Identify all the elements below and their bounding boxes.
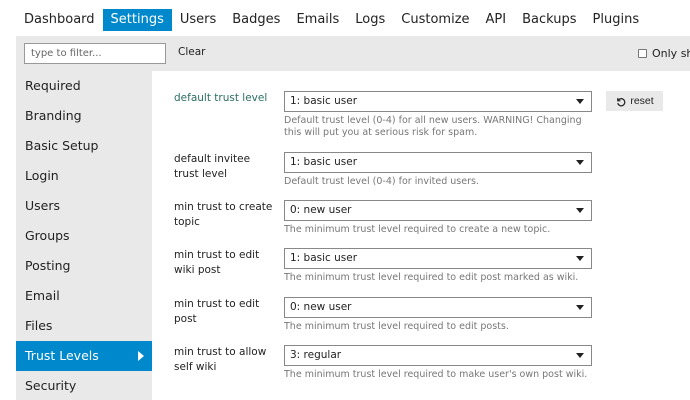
- sidebar-item-label: Login: [25, 168, 59, 183]
- sidebar-item-required[interactable]: Required: [16, 71, 152, 101]
- sidebar-item-trust-levels[interactable]: Trust Levels: [16, 341, 152, 371]
- setting-select-value: 3: regular: [290, 349, 342, 361]
- only-overridden-label: Only sh: [652, 47, 690, 60]
- setting-label: min trust to create topic: [174, 201, 273, 228]
- filter-input[interactable]: [24, 43, 166, 64]
- setting-select[interactable]: 1: basic user: [284, 152, 592, 173]
- tab-users[interactable]: Users: [172, 9, 224, 31]
- clear-button[interactable]: Clear: [178, 46, 205, 58]
- tab-api[interactable]: API: [478, 9, 515, 31]
- sidebar-item-posting[interactable]: Posting: [16, 251, 152, 281]
- sidebar-item-branding[interactable]: Branding: [16, 101, 152, 131]
- tab-logs[interactable]: Logs: [347, 9, 393, 31]
- setting-description: Default trust level (0-4) for invited us…: [284, 176, 479, 187]
- reset-button-label: reset: [630, 95, 654, 107]
- setting-description: Default trust level (0-4) for all new us…: [284, 115, 582, 138]
- setting-description: The minimum trust level required to make…: [284, 369, 588, 380]
- setting-select[interactable]: 3: regular: [284, 345, 592, 366]
- tab-settings[interactable]: Settings: [102, 9, 172, 31]
- undo-icon: [617, 97, 626, 106]
- only-overridden-checkbox[interactable]: [638, 49, 647, 58]
- setting-label: min trust to allow self wiki: [174, 346, 267, 373]
- setting-label: min trust to edit wiki post: [174, 249, 260, 276]
- setting-select-value: 1: basic user: [290, 95, 358, 107]
- caret-down-icon: [576, 256, 584, 261]
- reset-button[interactable]: reset: [606, 91, 663, 111]
- setting-select-value: 0: new user: [290, 204, 352, 216]
- sidebar-item-groups[interactable]: Groups: [16, 221, 152, 251]
- setting-label: default trust level: [174, 92, 268, 104]
- setting-label: default invitee trust level: [174, 153, 251, 180]
- setting-description: The minimum trust level required to edit…: [284, 321, 509, 332]
- sidebar-item-label: Users: [25, 198, 61, 213]
- settings-sidebar: Required Branding Basic Setup Login User…: [16, 71, 152, 400]
- tab-dashboard[interactable]: Dashboard: [16, 9, 103, 31]
- filter-bar: Clear Only sh: [16, 36, 690, 71]
- sidebar-item-label: Security: [25, 378, 77, 393]
- caret-down-icon: [576, 99, 584, 104]
- setting-select[interactable]: 1: basic user: [284, 248, 592, 269]
- sidebar-item-label: Files: [25, 318, 53, 333]
- caret-down-icon: [576, 305, 584, 310]
- caret-down-icon: [576, 353, 584, 358]
- sidebar-item-email[interactable]: Email: [16, 281, 152, 311]
- setting-select-value: 1: basic user: [290, 156, 358, 168]
- sidebar-item-security[interactable]: Security: [16, 371, 152, 400]
- sidebar-item-login[interactable]: Login: [16, 161, 152, 191]
- setting-select[interactable]: 0: new user: [284, 297, 592, 318]
- sidebar-item-users[interactable]: Users: [16, 191, 152, 221]
- setting-description: The minimum trust level required to edit…: [284, 272, 579, 283]
- tab-customize[interactable]: Customize: [393, 9, 477, 31]
- setting-description: The minimum trust level required to crea…: [284, 224, 551, 235]
- caret-down-icon: [576, 208, 584, 213]
- sidebar-item-label: Basic Setup: [25, 138, 99, 153]
- sidebar-item-label: Email: [25, 288, 60, 303]
- tab-emails[interactable]: Emails: [288, 9, 347, 31]
- setting-select[interactable]: 1: basic user: [284, 91, 592, 112]
- tab-badges[interactable]: Badges: [224, 9, 288, 31]
- sidebar-item-label: Branding: [25, 108, 82, 123]
- caret-right-icon: [138, 351, 144, 361]
- sidebar-item-files[interactable]: Files: [16, 311, 152, 341]
- setting-label: min trust to edit post: [174, 298, 260, 325]
- sidebar-item-basic-setup[interactable]: Basic Setup: [16, 131, 152, 161]
- setting-select[interactable]: 0: new user: [284, 200, 592, 221]
- sidebar-item-label: Trust Levels: [25, 348, 99, 363]
- sidebar-item-label: Posting: [25, 258, 71, 273]
- setting-select-value: 0: new user: [290, 301, 352, 313]
- caret-down-icon: [576, 160, 584, 165]
- tab-plugins[interactable]: Plugins: [585, 9, 648, 31]
- sidebar-item-label: Groups: [25, 228, 70, 243]
- tab-backups[interactable]: Backups: [514, 9, 584, 31]
- only-overridden-toggle[interactable]: Only sh: [638, 47, 690, 60]
- setting-select-value: 1: basic user: [290, 252, 358, 264]
- admin-nav: Dashboard Settings Users Badges Emails L…: [16, 9, 647, 31]
- sidebar-item-label: Required: [25, 78, 81, 93]
